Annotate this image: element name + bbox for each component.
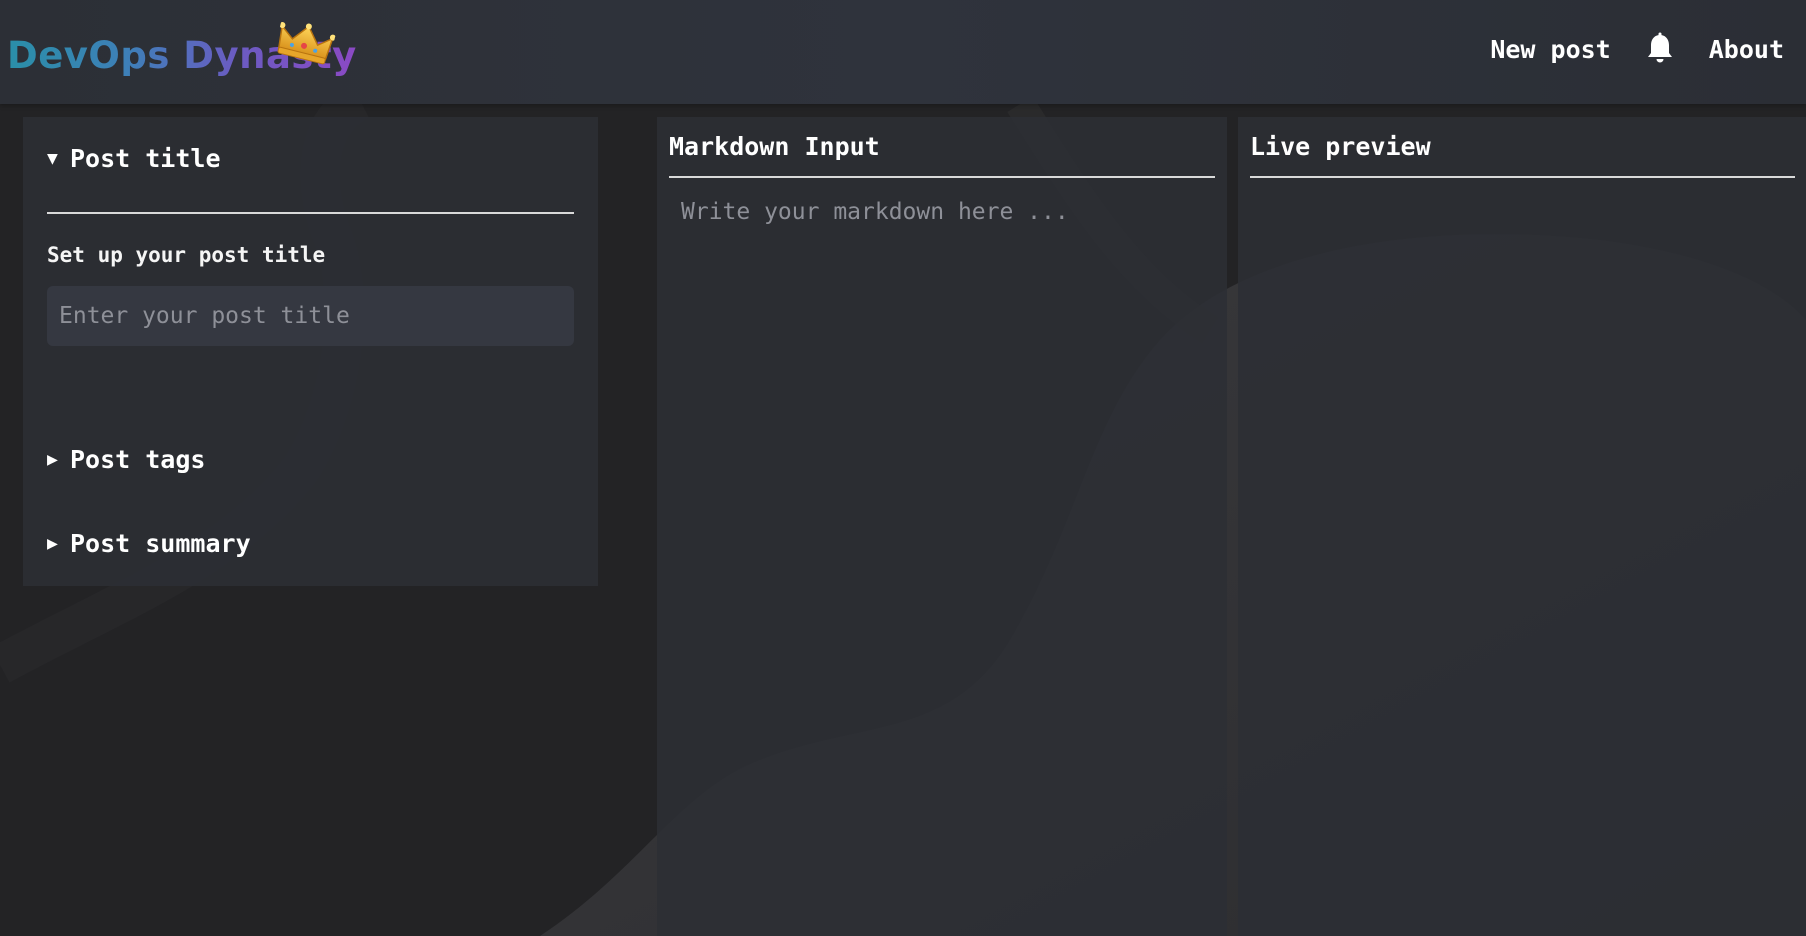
bell-icon[interactable] bbox=[1645, 32, 1675, 66]
markdown-input-panel: Markdown Input bbox=[657, 117, 1227, 936]
markdown-textarea[interactable] bbox=[669, 187, 1215, 931]
triangle-down-icon: ▼ bbox=[47, 148, 58, 169]
post-title-input[interactable] bbox=[47, 286, 574, 346]
top-navbar: DevOps Dynasty New post About bbox=[0, 0, 1806, 104]
panel-divider bbox=[1250, 176, 1795, 178]
preview-content bbox=[1250, 192, 1795, 892]
nav-links: New post About bbox=[1490, 32, 1784, 66]
post-tags-section-toggle[interactable]: ▶ Post tags bbox=[47, 445, 205, 474]
section-divider bbox=[47, 212, 574, 214]
about-link[interactable]: About bbox=[1709, 35, 1784, 64]
live-preview-title: Live preview bbox=[1250, 132, 1431, 161]
post-settings-panel: ▼ Post title Set up your post title ▶ Po… bbox=[23, 117, 598, 586]
section-label-post-summary: Post summary bbox=[70, 529, 251, 558]
section-label-post-tags: Post tags bbox=[70, 445, 206, 474]
post-title-section-toggle[interactable]: ▼ Post title bbox=[47, 144, 221, 173]
live-preview-panel: Live preview bbox=[1238, 117, 1806, 936]
post-summary-section-toggle[interactable]: ▶ Post summary bbox=[47, 529, 251, 558]
section-label-post-title: Post title bbox=[70, 144, 221, 173]
new-post-link[interactable]: New post bbox=[1490, 35, 1610, 64]
triangle-right-icon: ▶ bbox=[47, 533, 58, 554]
post-title-label: Set up your post title bbox=[47, 243, 326, 267]
panel-divider bbox=[669, 176, 1215, 178]
page: DevOps Dynasty New post About ▼ Post tit… bbox=[0, 0, 1806, 936]
triangle-right-icon: ▶ bbox=[47, 449, 58, 470]
markdown-input-title: Markdown Input bbox=[669, 132, 880, 161]
